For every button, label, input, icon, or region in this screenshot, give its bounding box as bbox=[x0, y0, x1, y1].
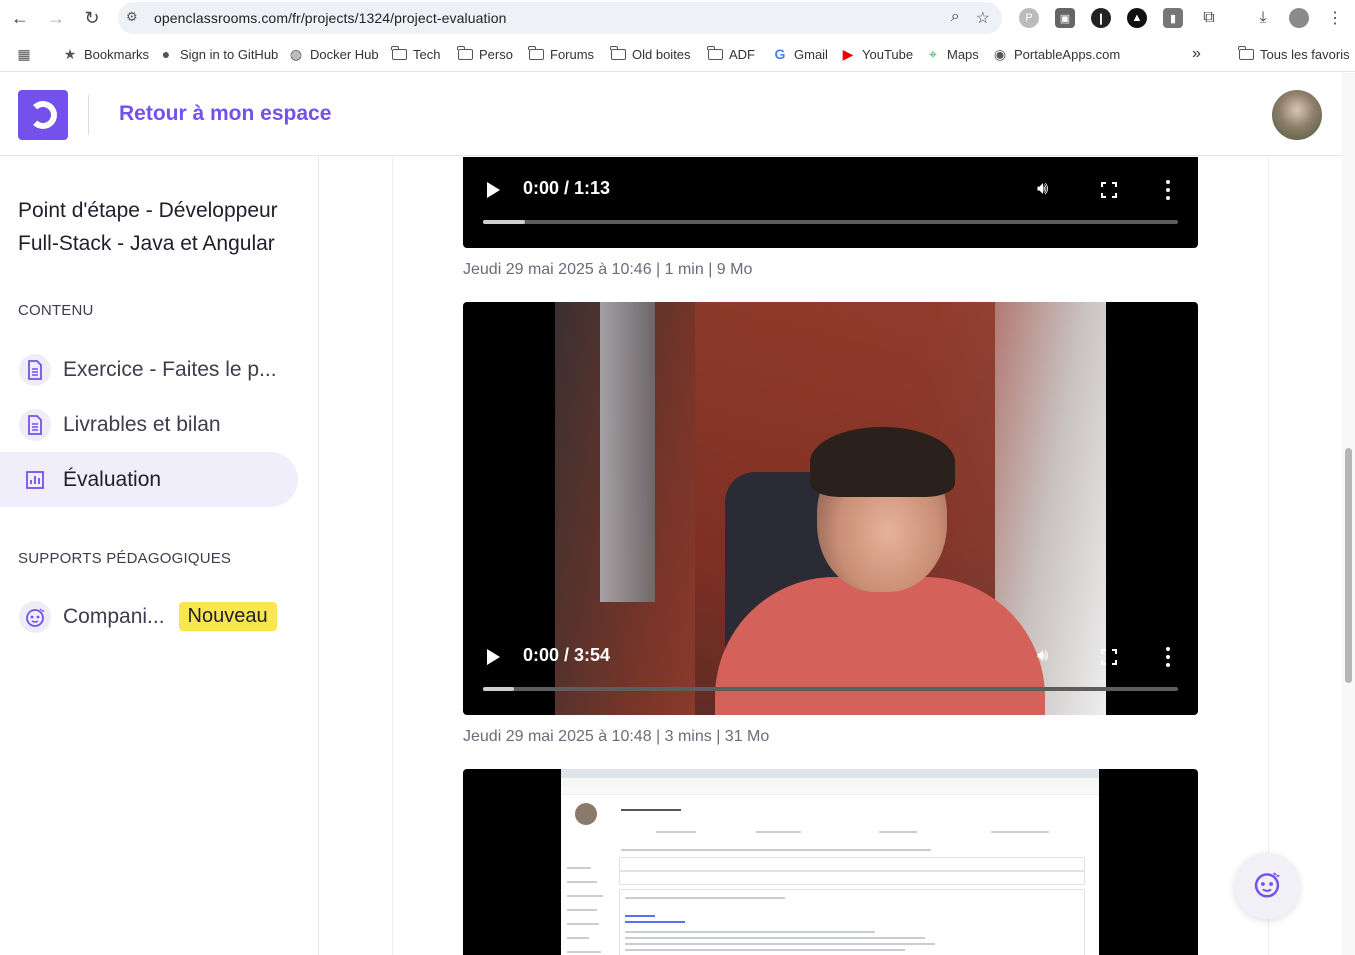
bookmark-item[interactable]: Forums bbox=[528, 36, 594, 72]
back-to-space-link[interactable]: Retour à mon espace bbox=[119, 102, 331, 126]
video-player[interactable]: 0:00 / 1:13 🔊︎ bbox=[463, 157, 1198, 248]
zoom-icon[interactable]: ⌕ bbox=[951, 8, 960, 28]
sidebar-item-evaluation[interactable]: Évaluation bbox=[0, 452, 298, 507]
bookmarks-bar: ▦ ★ Bookmarks ● Sign in to GitHub ◍ Docker … bbox=[0, 36, 1355, 72]
bookmark-item[interactable]: Perso bbox=[457, 36, 513, 72]
user-avatar[interactable] bbox=[1272, 90, 1322, 140]
reload-icon[interactable]: ↻ bbox=[74, 0, 110, 36]
download-icon[interactable]: ⤓ bbox=[1253, 8, 1273, 28]
document-icon bbox=[19, 408, 51, 441]
apps-grid-icon[interactable]: ▦ bbox=[16, 36, 32, 72]
page-scrollbar[interactable] bbox=[1342, 73, 1355, 955]
new-badge: Nouveau bbox=[178, 602, 277, 631]
extension-bitwarden-icon[interactable]: ▮ bbox=[1163, 8, 1183, 28]
extension-1password-icon[interactable]: ❙ bbox=[1091, 8, 1111, 28]
bookmark-item[interactable]: ◉ PortableApps.com bbox=[992, 36, 1120, 72]
progress-fill bbox=[483, 687, 515, 691]
video-time: 0:00 / 1:13 bbox=[523, 178, 611, 198]
back-arrow-icon[interactable]: ← bbox=[2, 0, 38, 36]
browser-menu-icon[interactable]: ⋮ bbox=[1325, 8, 1345, 28]
main-content: 0:00 / 1:13 🔊︎ Jeudi 29 mai 2025 à 10:46… bbox=[320, 157, 1342, 955]
site-settings-icon[interactable]: ⚙ bbox=[126, 9, 144, 27]
profile-avatar-icon[interactable] bbox=[1289, 8, 1309, 28]
robot-icon bbox=[19, 600, 51, 633]
video-meta: Jeudi 29 mai 2025 à 10:46 | 1 min | 9 Mo bbox=[463, 261, 753, 278]
folder-icon bbox=[610, 45, 626, 60]
video-progress-bar[interactable] bbox=[483, 687, 1178, 691]
course-sidebar: Point d'étape - Développeur Full-Stack -… bbox=[0, 157, 319, 955]
bookmarks-overflow-button[interactable]: » bbox=[1192, 36, 1201, 72]
folder-icon bbox=[528, 45, 544, 60]
browser-toolbar: ← → ↻ ⚙ openclassrooms.com/fr/projects/1… bbox=[0, 0, 1355, 36]
fullscreen-icon[interactable] bbox=[1101, 182, 1117, 198]
bookmark-star-icon[interactable]: ☆ bbox=[976, 8, 990, 28]
folder-icon bbox=[391, 45, 407, 60]
github-icon: ● bbox=[161, 46, 171, 62]
sidebar-item-label: Exercice - Faites le p... bbox=[63, 357, 277, 381]
course-title: Point d'étape - Développeur Full-Stack -… bbox=[18, 199, 278, 255]
url-text: openclassrooms.com/fr/projects/1324/proj… bbox=[154, 10, 507, 26]
app-header: Retour à mon espace bbox=[0, 73, 1342, 156]
content-section-label: CONTENU bbox=[18, 302, 94, 319]
all-bookmarks-item[interactable]: Tous les favoris bbox=[1238, 36, 1350, 72]
extension-triangle-icon[interactable]: ▲ bbox=[1127, 8, 1147, 28]
folder-icon bbox=[457, 45, 473, 60]
content-border-right bbox=[1268, 157, 1269, 955]
sidebar-item-label: Évaluation bbox=[63, 467, 162, 491]
bookmark-item[interactable]: ADF bbox=[707, 36, 755, 72]
play-icon[interactable] bbox=[487, 182, 500, 198]
progress-fill bbox=[483, 220, 525, 224]
folder-icon bbox=[707, 45, 723, 60]
bookmark-item[interactable]: ▶ YouTube bbox=[840, 36, 913, 72]
openclassrooms-logo[interactable] bbox=[18, 90, 68, 140]
sidebar-item-livrables[interactable]: Livrables et bilan bbox=[0, 397, 298, 452]
forward-arrow-icon[interactable]: → bbox=[38, 0, 74, 36]
google-icon: G bbox=[774, 46, 786, 62]
chart-icon bbox=[19, 464, 51, 496]
volume-icon[interactable]: 🔊︎ bbox=[1037, 645, 1048, 666]
document-icon bbox=[19, 353, 51, 386]
header-divider bbox=[88, 95, 89, 135]
content-border-left bbox=[392, 157, 393, 955]
sidebar-item-label: Livrables et bilan bbox=[63, 412, 221, 436]
more-options-icon[interactable] bbox=[1166, 647, 1170, 667]
video-controls: 0:00 / 3:54 🔊︎ bbox=[463, 625, 1198, 715]
sidebar-item-label: Compani... bbox=[63, 604, 165, 628]
portableapps-icon: ◉ bbox=[993, 45, 1007, 62]
video-player[interactable]: 0:00 / 3:54 🔊︎ bbox=[463, 302, 1198, 715]
maps-icon: ⌖ bbox=[929, 45, 937, 62]
docker-icon: ◍ bbox=[289, 45, 303, 62]
robot-icon bbox=[1252, 869, 1282, 904]
youtube-icon: ▶ bbox=[842, 45, 854, 62]
video-progress-bar[interactable] bbox=[483, 220, 1178, 224]
volume-icon[interactable]: 🔊︎ bbox=[1037, 178, 1048, 199]
sidebar-item-companion[interactable]: Compani... Nouveau bbox=[0, 589, 298, 644]
bookmark-item[interactable]: ● Sign in to GitHub bbox=[158, 36, 279, 72]
extension-p-icon[interactable]: P bbox=[1019, 8, 1039, 28]
bookmark-item[interactable]: G Gmail bbox=[772, 36, 828, 72]
video-thumbnail bbox=[561, 769, 1099, 955]
fullscreen-icon[interactable] bbox=[1101, 649, 1117, 665]
address-bar[interactable]: ⚙ openclassrooms.com/fr/projects/1324/pr… bbox=[118, 2, 1002, 34]
extension-badge-icon[interactable]: ▣ bbox=[1055, 8, 1075, 28]
video-player[interactable] bbox=[463, 769, 1198, 955]
bookmark-item[interactable]: Old boites bbox=[610, 36, 691, 72]
folder-icon bbox=[1238, 45, 1254, 60]
video-meta: Jeudi 29 mai 2025 à 10:48 | 3 mins | 31 … bbox=[463, 728, 770, 745]
bookmark-item[interactable]: Tech bbox=[391, 36, 440, 72]
bookmark-item[interactable]: ⌖ Maps bbox=[925, 36, 979, 72]
supports-section-label: SUPPORTS PÉDAGOGIQUES bbox=[18, 550, 232, 567]
play-icon[interactable] bbox=[487, 649, 500, 665]
companion-fab-button[interactable] bbox=[1234, 853, 1300, 919]
video-time: 0:00 / 3:54 bbox=[523, 645, 611, 665]
bookmark-item[interactable]: ◍ Docker Hub bbox=[288, 36, 379, 72]
more-options-icon[interactable] bbox=[1166, 180, 1170, 200]
extensions-puzzle-icon[interactable]: ⧉ bbox=[1199, 8, 1219, 28]
bookmark-item[interactable]: ★ Bookmarks bbox=[62, 36, 149, 72]
scrollbar-thumb[interactable] bbox=[1345, 448, 1352, 683]
star-icon: ★ bbox=[63, 45, 77, 62]
video-controls: 0:00 / 1:13 🔊︎ bbox=[463, 158, 1198, 248]
sidebar-item-exercice[interactable]: Exercice - Faites le p... bbox=[0, 342, 298, 397]
